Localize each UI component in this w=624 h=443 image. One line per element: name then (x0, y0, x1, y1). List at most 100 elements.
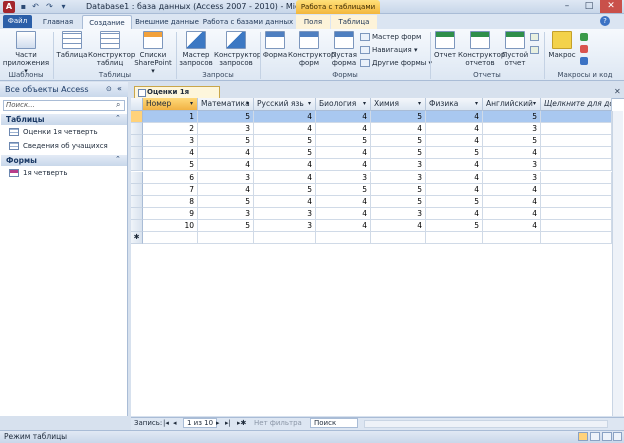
query-designer-button[interactable]: Конструктор запросов (214, 31, 261, 67)
tab-table[interactable]: Таблица (331, 15, 377, 29)
nav-item-student-info[interactable]: Сведения об учащихся (9, 140, 108, 152)
table-cell-add-field[interactable] (541, 196, 612, 208)
table-cell[interactable]: 3 (483, 172, 541, 184)
table-cell[interactable]: 4 (426, 159, 483, 171)
prev-record-button[interactable]: ◂ (173, 419, 177, 427)
table-cell[interactable]: 5 (371, 111, 426, 123)
table-cell[interactable]: 4 (316, 111, 371, 123)
table-cell[interactable]: 4 (143, 147, 198, 159)
horizontal-scrollbar[interactable] (364, 420, 608, 428)
column-header[interactable]: Русский язь (254, 98, 316, 111)
table-cell[interactable]: 3 (371, 172, 426, 184)
nav-item-form-q1[interactable]: 1я четверть (9, 167, 68, 179)
design-view-icon[interactable] (613, 432, 622, 441)
table-cell[interactable]: 3 (371, 208, 426, 220)
table-cell[interactable]: 3 (483, 123, 541, 135)
new-record-cell[interactable] (254, 232, 316, 244)
column-filter-icon[interactable]: ▾ (418, 100, 421, 107)
new-record-button[interactable]: ▸✱ (237, 419, 246, 427)
nav-section-forms[interactable]: Формы (1, 155, 127, 166)
tab-database-tools[interactable]: Работа с базами данных (202, 15, 294, 29)
table-cell[interactable]: 4 (254, 111, 316, 123)
table-cell[interactable]: 8 (143, 196, 198, 208)
row-selector[interactable] (131, 147, 143, 159)
column-filter-icon[interactable]: ▾ (533, 100, 536, 107)
table-cell-add-field[interactable] (541, 135, 612, 147)
sharepoint-lists-button[interactable]: Списки SharePoint ▾ (132, 31, 174, 75)
table-cell[interactable]: 4 (316, 147, 371, 159)
column-filter-icon[interactable]: ▾ (363, 100, 366, 107)
report-designer-button[interactable]: Конструктор отчетов (458, 31, 505, 67)
minimize-button[interactable]: – (556, 0, 578, 13)
row-selector[interactable] (131, 111, 143, 123)
undo-icon[interactable]: ↶ (30, 2, 41, 12)
table-cell[interactable]: 5 (316, 184, 371, 196)
customize-qat-icon[interactable]: ▾ (58, 2, 69, 12)
save-icon[interactable]: ▪ (18, 2, 29, 12)
new-record-cell[interactable] (198, 232, 254, 244)
table-cell[interactable]: 5 (483, 111, 541, 123)
datasheet-view-icon[interactable] (578, 432, 588, 441)
table-cell-add-field[interactable] (541, 159, 612, 171)
table-cell[interactable]: 4 (254, 123, 316, 135)
column-header[interactable]: Щелкните для доба (541, 98, 612, 111)
table-cell[interactable]: 5 (426, 220, 483, 232)
table-cell[interactable]: 5 (483, 135, 541, 147)
table-cell[interactable]: 3 (143, 135, 198, 147)
maximize-button[interactable]: □ (578, 0, 600, 13)
column-filter-icon[interactable]: ▾ (475, 100, 478, 107)
tab-home[interactable]: Главная (36, 15, 80, 29)
blank-form-button[interactable]: Пустая форма (330, 31, 358, 67)
table-cell[interactable]: 9 (143, 208, 198, 220)
table-cell[interactable]: 5 (426, 196, 483, 208)
table-cell[interactable]: 4 (316, 220, 371, 232)
blank-report-button[interactable]: Пустой отчет (502, 31, 528, 67)
module-icon[interactable] (580, 33, 588, 41)
redo-icon[interactable]: ↷ (44, 2, 55, 12)
new-record-cell[interactable] (316, 232, 371, 244)
table-cell[interactable]: 4 (426, 123, 483, 135)
table-cell[interactable]: 4 (426, 208, 483, 220)
form-wizard-button[interactable]: Мастер форм (360, 33, 421, 41)
table-cell[interactable]: 5 (198, 111, 254, 123)
nav-dropdown-icon[interactable]: ⊙ (106, 85, 112, 93)
table-cell[interactable]: 4 (316, 196, 371, 208)
select-all-corner[interactable] (131, 98, 143, 111)
first-record-button[interactable]: |◂ (163, 419, 169, 427)
table-cell-add-field[interactable] (541, 220, 612, 232)
row-selector[interactable] (131, 135, 143, 147)
row-selector[interactable] (131, 123, 143, 135)
record-position-field[interactable]: 1 из 10 (183, 418, 218, 428)
row-selector[interactable] (131, 184, 143, 196)
new-record-cell[interactable] (483, 232, 541, 244)
table-cell[interactable]: 7 (143, 184, 198, 196)
table-cell[interactable]: 5 (254, 135, 316, 147)
table-cell[interactable]: 5 (371, 135, 426, 147)
column-filter-icon[interactable]: ▾ (190, 100, 193, 107)
nav-section-tables[interactable]: Таблицы (1, 114, 127, 125)
collapse-nav-icon[interactable]: « (117, 84, 122, 93)
table-cell[interactable]: 3 (198, 172, 254, 184)
table-cell-add-field[interactable] (541, 123, 612, 135)
table-cell[interactable]: 3 (483, 159, 541, 171)
vertical-scrollbar[interactable] (612, 111, 623, 416)
new-record-row-selector[interactable]: ✱ (131, 232, 143, 244)
macro-button[interactable]: Макрос (548, 31, 576, 59)
table-cell[interactable]: 5 (143, 159, 198, 171)
chevron-up-icon[interactable]: ⌃ (115, 114, 121, 122)
column-filter-icon[interactable]: ▾ (308, 100, 311, 107)
table-cell[interactable]: 4 (426, 172, 483, 184)
report-wizard-icon[interactable] (530, 33, 539, 41)
row-selector[interactable] (131, 172, 143, 184)
new-record-cell[interactable] (143, 232, 198, 244)
labels-icon[interactable] (530, 46, 539, 54)
row-selector[interactable] (131, 220, 143, 232)
table-cell[interactable]: 4 (483, 208, 541, 220)
filter-status[interactable]: Нет фильтра (254, 419, 302, 427)
row-selector[interactable] (131, 159, 143, 171)
table-cell[interactable]: 5 (198, 135, 254, 147)
document-tab-grades[interactable]: Оценки 1я четверть (134, 86, 220, 107)
visual-basic-icon[interactable] (580, 57, 588, 65)
table-cell[interactable]: 4 (483, 196, 541, 208)
table-designer-button[interactable]: Конструктор таблиц (88, 31, 135, 67)
